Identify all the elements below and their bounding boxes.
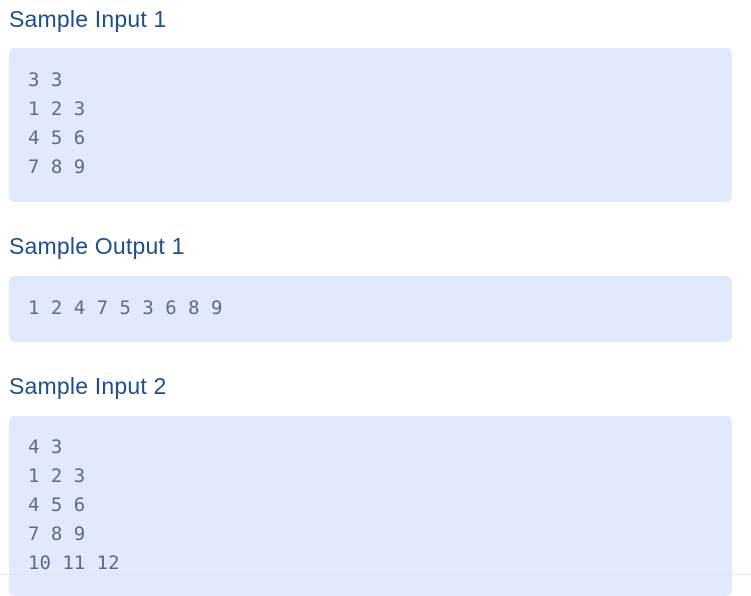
sample-input-2-code-block[interactable]: 4 3 1 2 3 4 5 6 7 8 9 10 11 12 [9,416,732,596]
sample-input-1-code-block[interactable]: 3 3 1 2 3 4 5 6 7 8 9 [9,48,732,202]
sample-output-1-code-block[interactable]: 1 2 4 7 5 3 6 8 9 [9,276,732,342]
sample-output-1-section: Sample Output 1 1 2 4 7 5 3 6 8 9 [9,232,732,342]
bottom-divider [0,574,751,575]
sample-input-2-heading: Sample Input 2 [9,373,167,399]
sample-input-1-section: Sample Input 1 3 3 1 2 3 4 5 6 7 8 9 [9,5,732,202]
sample-input-2-section: Sample Input 2 4 3 1 2 3 4 5 6 7 8 9 10 … [9,372,732,596]
sample-output-1-heading: Sample Output 1 [9,233,185,259]
sample-input-1-code: 3 3 1 2 3 4 5 6 7 8 9 [28,69,86,178]
sample-input-1-heading: Sample Input 1 [9,6,167,32]
sample-output-1-code: 1 2 4 7 5 3 6 8 9 [28,297,223,319]
sample-input-2-code: 4 3 1 2 3 4 5 6 7 8 9 10 11 12 [28,436,120,574]
